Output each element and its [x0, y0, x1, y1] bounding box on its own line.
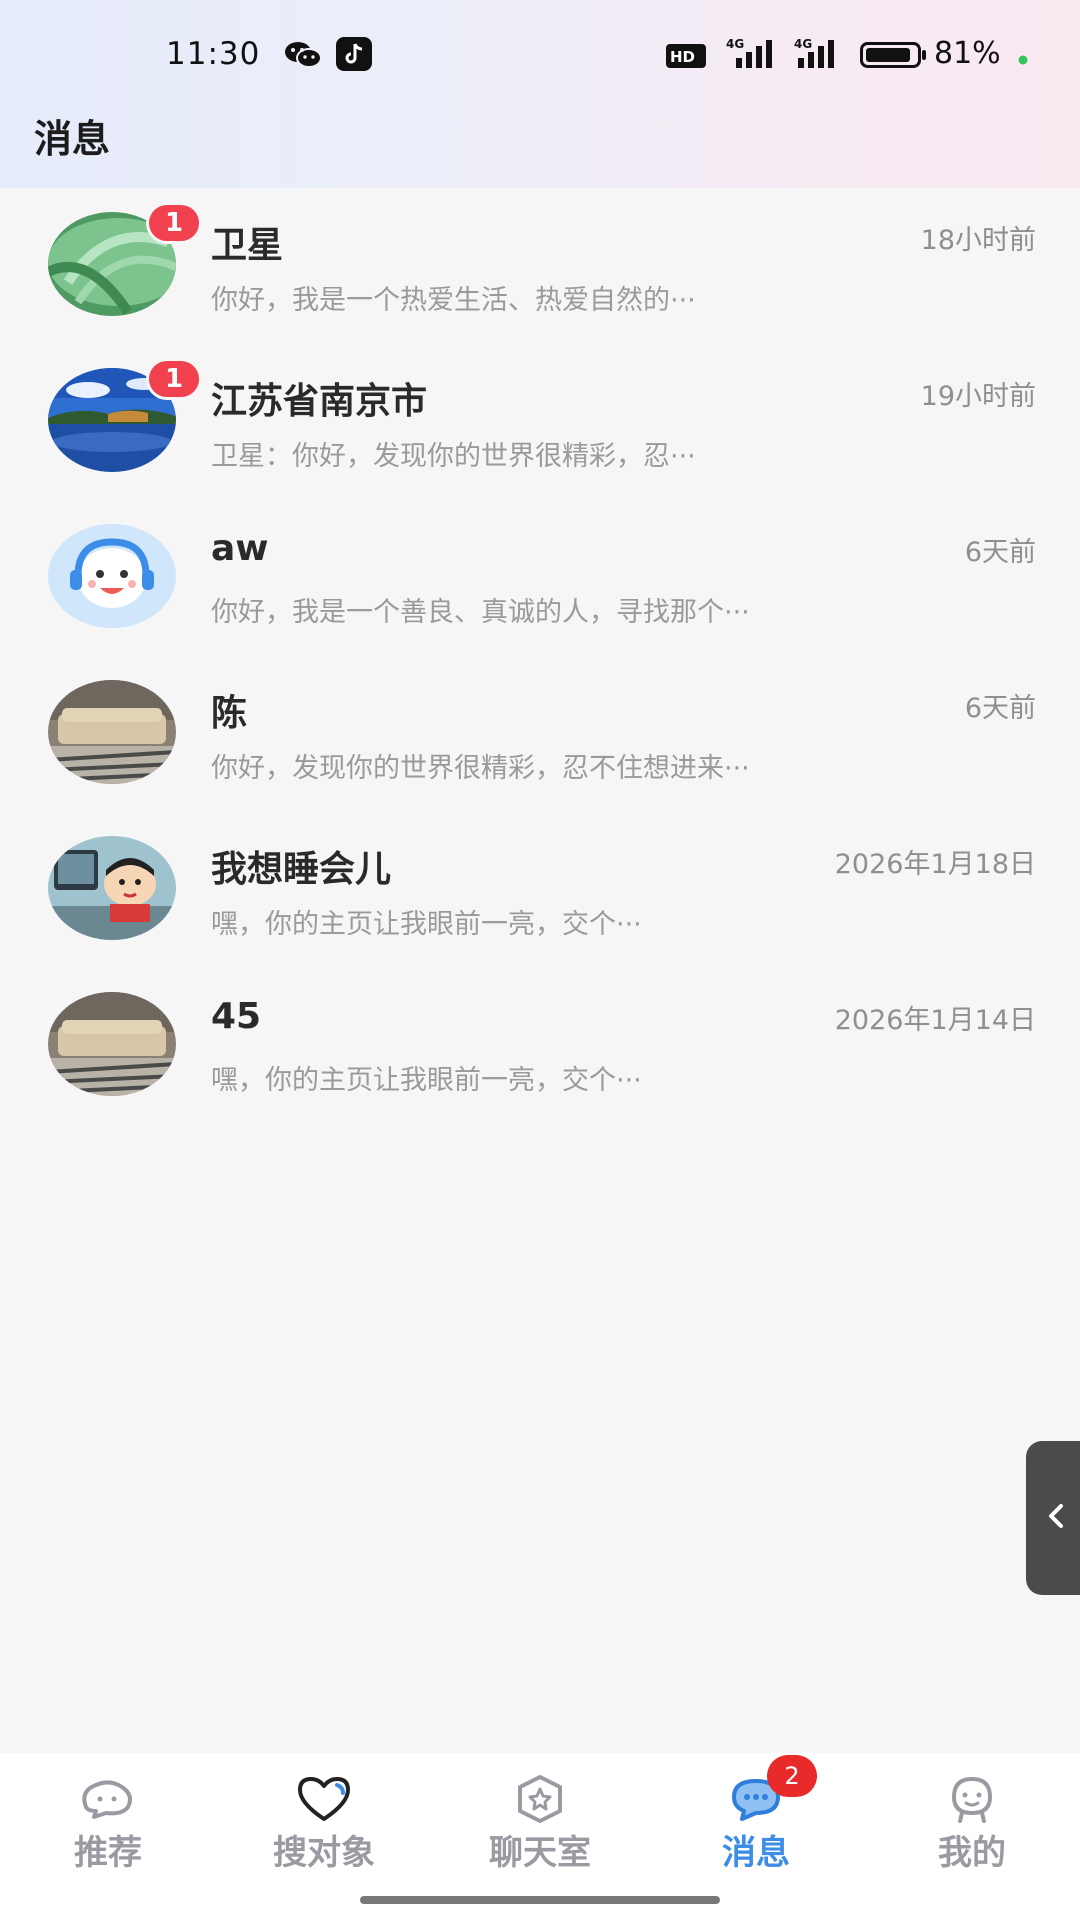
svg-text:4G: 4G	[794, 37, 812, 51]
bottom-navigation: 推荐 搜对象 聊天室 消息 我的	[0, 1753, 1080, 1920]
conversation-row[interactable]: 我想睡会儿 2026年1月18日 嘿，你的主页让我眼前一亮，交个···	[0, 812, 1080, 968]
battery-percentage: 81%	[934, 36, 1001, 71]
svg-text:4G: 4G	[726, 37, 744, 51]
nav-unread-badge: 2	[767, 1755, 817, 1797]
chevron-left-icon	[1046, 1501, 1066, 1535]
contact-name: 陈	[211, 693, 248, 734]
nav-label: 消息	[722, 1833, 790, 1873]
signal-4g-icon: 4G	[720, 36, 782, 74]
conversation-row[interactable]: 1 卫星 18小时前 你好，我是一个热爱生活、热爱自然的···	[0, 188, 1080, 344]
contact-name: 卫星	[211, 225, 284, 266]
nav-label: 搜对象	[273, 1833, 375, 1873]
message-preview: 嘿，你的主页让我眼前一亮，交个···	[211, 1065, 642, 1096]
conversation-row[interactable]: 45 2026年1月14日 嘿，你的主页让我眼前一亮，交个···	[0, 968, 1080, 1124]
message-time: 2026年1月18日	[834, 849, 1036, 880]
nav-label: 聊天室	[489, 1833, 591, 1873]
messages-screen: 11:30 HD 4G 4G 81% 消息 1 卫星 18小时前 你好，我是一个…	[0, 0, 1080, 1920]
home-indicator[interactable]	[360, 1896, 720, 1904]
contact-name: 我想睡会儿	[211, 849, 392, 890]
message-time: 6天前	[964, 693, 1036, 724]
avatar[interactable]	[48, 680, 176, 784]
conversation-row[interactable]: 1 江苏省南京市 19小时前 卫星：你好，发现你的世界很精彩，忍···	[0, 344, 1080, 500]
message-preview: 卫星：你好，发现你的世界很精彩，忍···	[211, 441, 696, 472]
message-time: 19小时前	[920, 381, 1036, 412]
conversation-row[interactable]: aw 6天前 你好，我是一个善良、真诚的人，寻找那个···	[0, 500, 1080, 656]
nav-item-messages[interactable]: 消息	[648, 1753, 864, 1893]
contact-name: aw	[211, 528, 269, 569]
message-time: 18小时前	[920, 225, 1036, 256]
page-title: 消息	[34, 117, 111, 161]
nav-label: 推荐	[74, 1833, 142, 1873]
hd-icon: HD	[666, 44, 706, 72]
signal-4g-icon: 4G	[792, 36, 844, 74]
message-preview: 你好，我是一个热爱生活、热爱自然的···	[211, 285, 696, 316]
unread-badge: 1	[146, 358, 202, 400]
nav-label: 我的	[938, 1833, 1006, 1873]
profile-icon	[940, 1773, 1004, 1825]
svg-text:HD: HD	[670, 48, 695, 66]
nav-item-search-partner[interactable]: 搜对象	[216, 1753, 432, 1893]
tiktok-icon	[336, 37, 372, 75]
message-preview: 你好，发现你的世界很精彩，忍不住想进来···	[211, 753, 750, 784]
unread-badge: 1	[146, 202, 202, 244]
battery-icon	[860, 42, 928, 72]
nav-item-recommend[interactable]: 推荐	[0, 1753, 216, 1893]
message-preview: 你好，我是一个善良、真诚的人，寻找那个···	[211, 597, 750, 628]
message-time: 6天前	[964, 537, 1036, 568]
contact-name: 45	[211, 996, 262, 1037]
contact-name: 江苏省南京市	[211, 381, 428, 422]
star-hexagon-icon	[508, 1773, 572, 1825]
message-time: 2026年1月14日	[834, 1005, 1036, 1036]
nav-item-mine[interactable]: 我的	[864, 1753, 1080, 1893]
side-collapse-tab[interactable]	[1026, 1441, 1080, 1595]
status-bar: 11:30 HD 4G 4G 81%	[0, 0, 1080, 110]
status-dot-icon	[1018, 50, 1028, 69]
conversation-row[interactable]: 陈 6天前 你好，发现你的世界很精彩，忍不住想进来···	[0, 656, 1080, 812]
chat-bubble-icon	[76, 1773, 140, 1825]
message-preview: 嘿，你的主页让我眼前一亮，交个···	[211, 909, 642, 940]
avatar[interactable]	[48, 992, 176, 1096]
wechat-icon	[284, 40, 322, 74]
nav-item-chatroom[interactable]: 聊天室	[432, 1753, 648, 1893]
avatar[interactable]	[48, 836, 176, 940]
status-time: 11:30	[166, 36, 261, 72]
avatar[interactable]	[48, 524, 176, 628]
heart-icon	[292, 1773, 356, 1825]
